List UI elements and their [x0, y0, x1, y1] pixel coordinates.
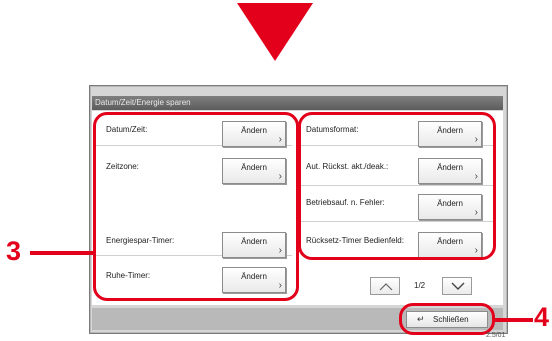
chevron-down-icon [451, 282, 465, 290]
callout-number-4: 4 [534, 302, 550, 332]
chevron-up-icon [379, 283, 393, 291]
highlight-close-button [399, 303, 495, 335]
figure-code: 2.5/01 [486, 332, 506, 339]
page-down-button[interactable] [442, 277, 472, 295]
highlight-left-group [93, 112, 299, 301]
window-title: Datum/Zeit/Energie sparen [92, 96, 503, 110]
highlight-right-group [298, 112, 496, 260]
page-indicator: 1/2 [414, 281, 426, 290]
page-up-button[interactable] [370, 277, 400, 295]
callout-line-3 [30, 251, 94, 255]
down-arrow-icon [237, 3, 313, 61]
callout-number-3: 3 [6, 236, 22, 266]
callout-line-4 [493, 318, 533, 322]
